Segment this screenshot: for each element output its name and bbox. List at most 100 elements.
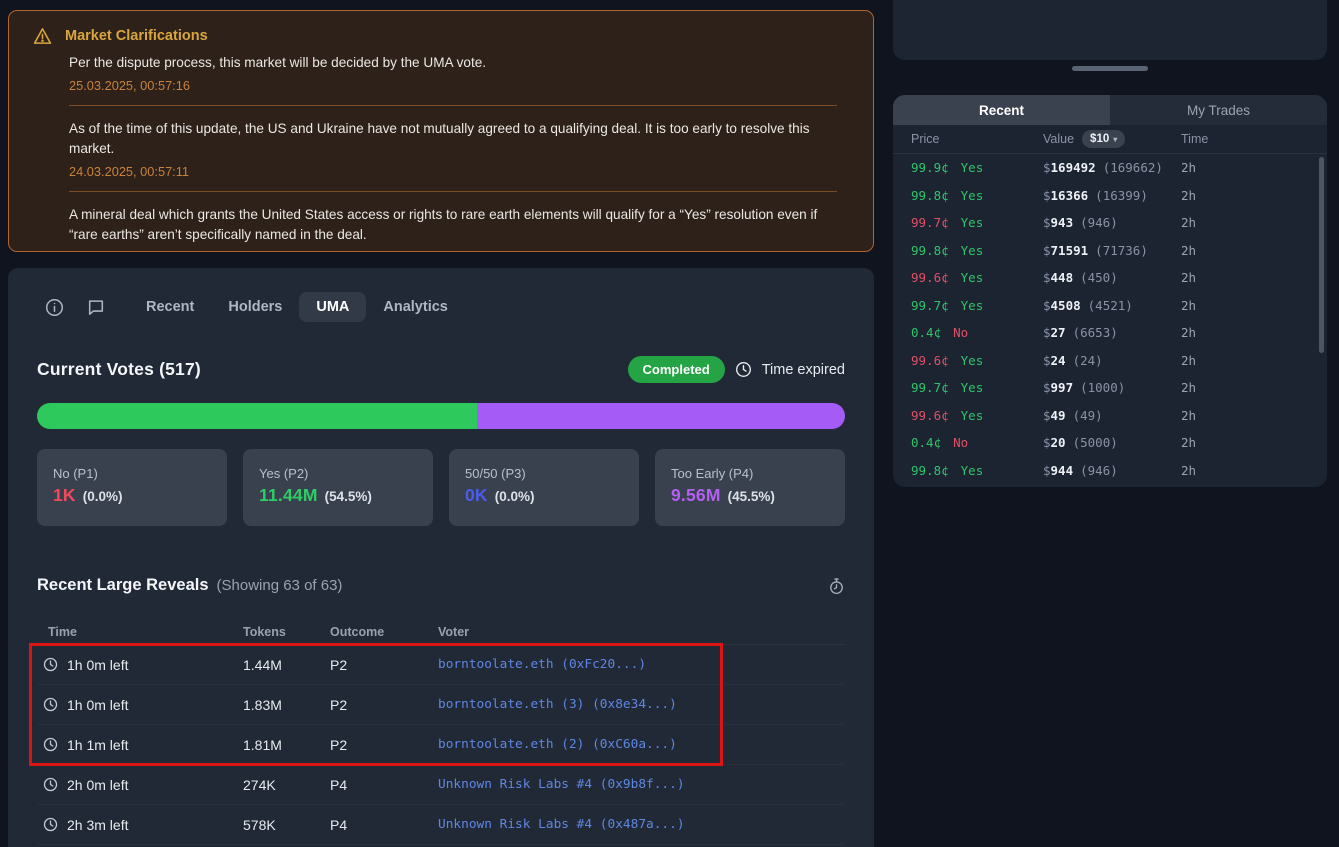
voter-link[interactable]: Unknown Risk Labs #4 (0x9b8f...) <box>438 777 845 792</box>
trade-price-cell: 99.9¢Yes <box>911 160 1043 175</box>
trade-price-cell: 0.4¢No <box>911 325 1043 340</box>
trade-price: 0.4¢ <box>911 435 941 450</box>
tab-holders[interactable]: Holders <box>211 292 299 322</box>
comments-icon-button[interactable] <box>79 290 113 324</box>
trade-shares: (24) <box>1073 353 1103 368</box>
currency-symbol: $ <box>1043 408 1051 423</box>
column-header-voter: Voter <box>438 625 845 639</box>
trade-outcome: Yes <box>961 298 984 313</box>
currency-symbol: $ <box>1043 188 1051 203</box>
trade-value: 16366 <box>1051 188 1089 203</box>
panel-drag-handle[interactable] <box>1072 66 1148 71</box>
voter-link[interactable]: borntoolate.eth (0xFc20...) <box>438 657 845 672</box>
market-clarifications-card: Market Clarifications Per the dispute pr… <box>8 10 874 252</box>
trade-value: 20 <box>1051 435 1066 450</box>
trade-time: 2h <box>1181 353 1327 368</box>
currency-symbol: $ <box>1043 243 1051 258</box>
value-filter-dropdown[interactable]: $10 ▾ <box>1082 130 1125 148</box>
trade-outcome: No <box>953 325 968 340</box>
trade-shares: (946) <box>1080 463 1118 478</box>
trade-shares: (946) <box>1080 215 1118 230</box>
trade-price: 99.8¢ <box>911 188 949 203</box>
voter-link[interactable]: borntoolate.eth (3) (0x8e34...) <box>438 697 845 712</box>
table-row: 1h 0m left1.83MP2borntoolate.eth (3) (0x… <box>37 685 845 725</box>
trade-outcome: Yes <box>961 160 984 175</box>
vote-card: Too Early (P4)9.56M(45.5%) <box>655 449 845 526</box>
comment-icon <box>87 298 105 316</box>
trade-value-cell: $20(5000) <box>1043 435 1181 450</box>
clarifications-header: Market Clarifications <box>33 27 849 45</box>
trade-value-cell: $71591(71736) <box>1043 243 1181 258</box>
tab-analytics[interactable]: Analytics <box>366 292 464 322</box>
column-header-outcome: Outcome <box>330 625 438 639</box>
reveal-outcome: P4 <box>330 817 438 833</box>
clarification-item: As of the time of this update, the US an… <box>33 119 849 179</box>
trade-time: 2h <box>1181 160 1327 175</box>
vote-card-values: 1K(0.0%) <box>53 485 211 506</box>
reveal-tokens: 578K <box>243 817 330 833</box>
trade-time: 2h <box>1181 435 1327 450</box>
trade-outcome: Yes <box>961 353 984 368</box>
trade-value: 24 <box>1051 353 1066 368</box>
trade-row: 99.7¢Yes$997(1000)2h <box>893 374 1327 402</box>
clarification-timestamp: 25.03.2025, 00:57:16 <box>69 78 849 93</box>
trades-tab-my-trades[interactable]: My Trades <box>1110 95 1327 125</box>
reveal-time-cell: 1h 0m left <box>37 657 243 673</box>
trade-price-cell: 99.6¢Yes <box>911 270 1043 285</box>
vote-card-value: 1K <box>53 485 76 506</box>
vote-card-label: 50/50 (P3) <box>465 466 623 481</box>
voter-link[interactable]: Unknown Risk Labs #4 (0x487a...) <box>438 817 845 832</box>
detail-tab-bar: RecentHoldersUMAAnalytics <box>37 290 845 324</box>
clarification-text: Per the dispute process, this market wil… <box>69 53 849 73</box>
stopwatch-icon <box>828 577 845 595</box>
trade-row: 0.4¢No$27(6653)2h <box>893 319 1327 347</box>
trade-time: 2h <box>1181 408 1327 423</box>
currency-symbol: $ <box>1043 435 1051 450</box>
trade-value-cell: $169492(169662) <box>1043 160 1181 175</box>
vote-cards: No (P1)1K(0.0%)Yes (P2)11.44M(54.5%) 50/5… <box>37 449 845 526</box>
current-votes-title: Current Votes (517) <box>37 359 201 380</box>
trade-row: 99.6¢Yes$49(49)2h <box>893 402 1327 430</box>
caret-down-icon: ▾ <box>1113 135 1117 144</box>
vote-card: No (P1)1K(0.0%) <box>37 449 227 526</box>
clock-icon <box>43 817 58 832</box>
price-column-header: Price <box>911 132 1043 146</box>
trade-row: 99.6¢Yes$448(450)2h <box>893 264 1327 292</box>
trade-value-cell: $24(24) <box>1043 353 1181 368</box>
trades-tab-recent[interactable]: Recent <box>893 95 1110 125</box>
vote-card: Yes (P2)11.44M(54.5%) <box>243 449 433 526</box>
reveals-title: Recent Large Reveals <box>37 576 209 595</box>
voter-link[interactable]: borntoolate.eth (2) (0xC60a...) <box>438 737 845 752</box>
clarification-list: Per the dispute process, this market wil… <box>33 53 849 252</box>
trade-outcome: Yes <box>961 380 984 395</box>
vote-card-values: 9.56M(45.5%) <box>671 485 829 506</box>
trade-value-cell: $943(946) <box>1043 215 1181 230</box>
orderbook-card-bottom <box>893 0 1327 60</box>
trades-tabs: RecentMy Trades <box>893 95 1327 125</box>
tab-uma[interactable]: UMA <box>299 292 366 322</box>
time-expired-label: Time expired <box>762 362 845 378</box>
reveal-time: 1h 0m left <box>67 657 128 673</box>
trade-row: 99.6¢Yes$24(24)2h <box>893 347 1327 375</box>
scrollbar-thumb[interactable] <box>1319 157 1324 353</box>
info-icon-button[interactable] <box>37 290 71 324</box>
time-column-header: Time <box>1181 132 1327 146</box>
trade-value: 27 <box>1051 325 1066 340</box>
trade-row: 99.7¢Yes$943(946)2h <box>893 209 1327 237</box>
trade-time: 2h <box>1181 215 1327 230</box>
trade-value-cell: $27(6653) <box>1043 325 1181 340</box>
clarification-timestamp: 04.03.2025, 21:39:13 <box>69 250 849 252</box>
reveal-tokens: 274K <box>243 777 330 793</box>
trade-value: 997 <box>1051 380 1074 395</box>
reveal-time: 2h 3m left <box>67 817 128 833</box>
trade-time: 2h <box>1181 243 1327 258</box>
tab-recent[interactable]: Recent <box>129 292 211 322</box>
trade-outcome: Yes <box>961 270 984 285</box>
reveals-table: TimeTokensOutcomeVoter 1h 0m left1.44MP2… <box>37 619 845 845</box>
detail-tabs: RecentHoldersUMAAnalytics <box>129 292 465 322</box>
stopwatch-icon-button[interactable] <box>828 577 845 595</box>
trade-price-cell: 99.8¢Yes <box>911 243 1043 258</box>
trade-price-cell: 99.6¢Yes <box>911 408 1043 423</box>
warning-icon <box>33 27 52 45</box>
reveal-time: 2h 0m left <box>67 777 128 793</box>
